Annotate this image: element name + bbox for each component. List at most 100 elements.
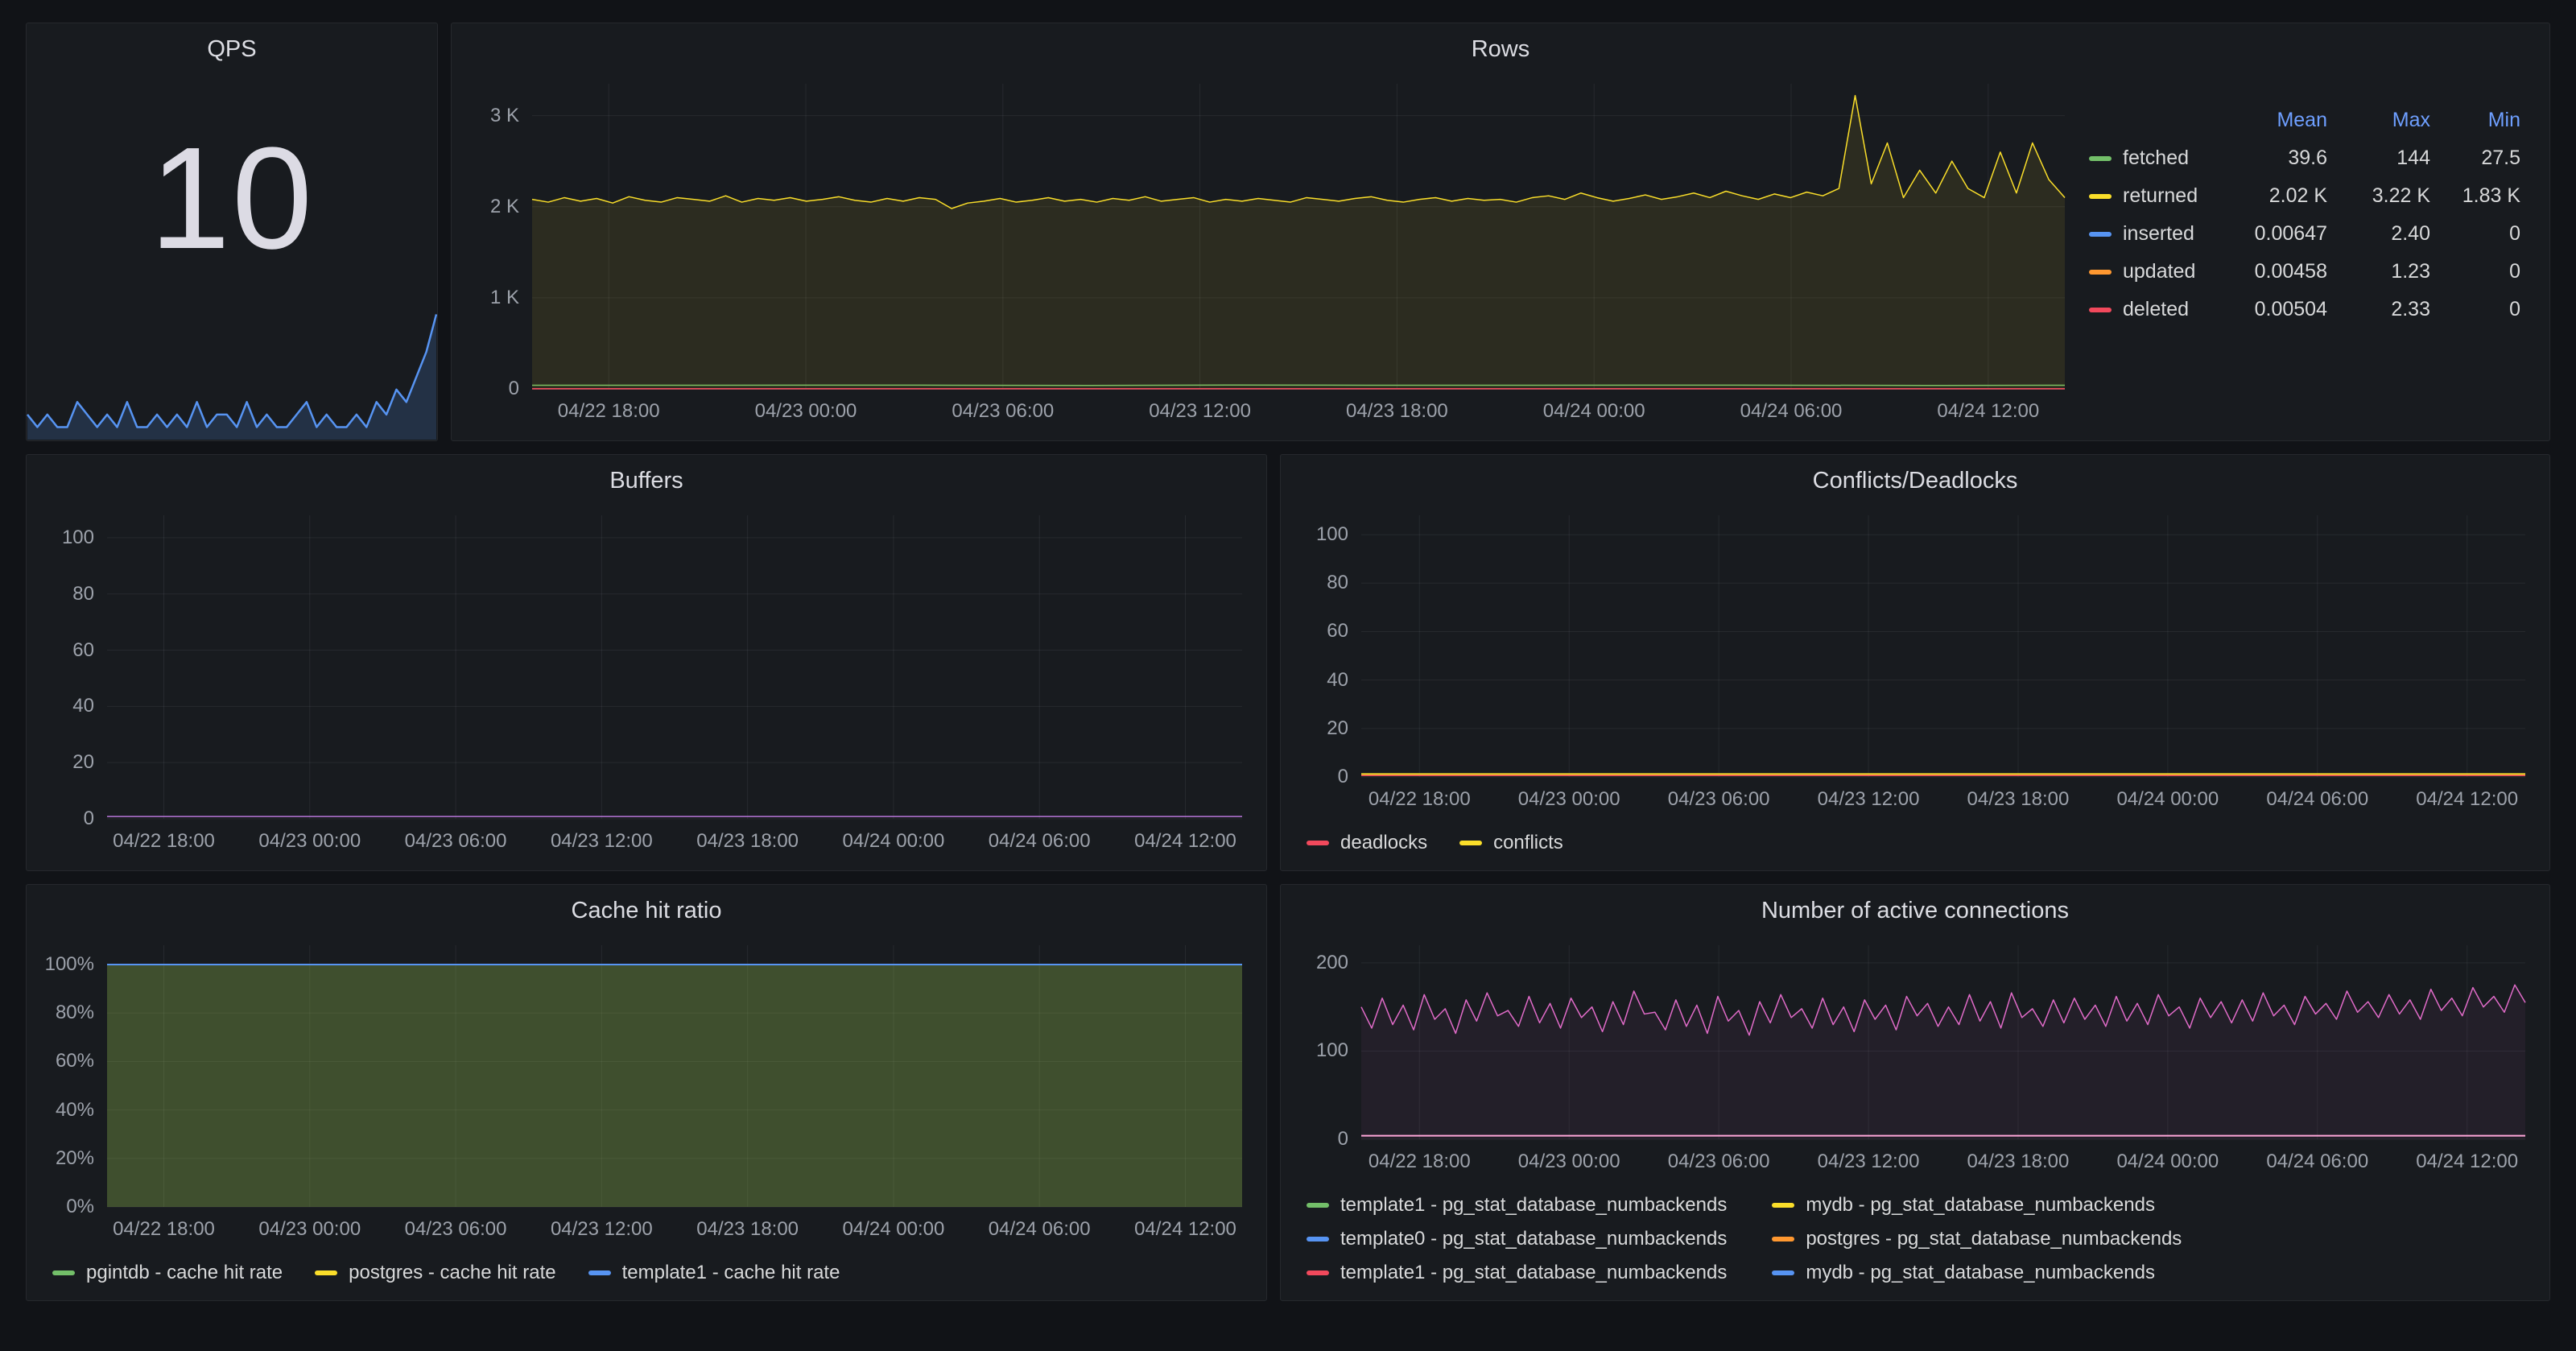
legend-item[interactable]: mydb - pg_stat_database_numbackends — [1772, 1194, 2182, 1217]
legend-label: inserted — [2123, 222, 2194, 246]
y-tick-label: 20 — [72, 751, 94, 774]
stats-header-mean[interactable]: Mean — [2221, 109, 2327, 132]
legend-item[interactable]: inserted — [2089, 222, 2221, 246]
dashboard-row-2: Buffers 02040608010004/22 18:0004/23 00:… — [26, 454, 2550, 871]
qps-stat-value: 10 — [150, 126, 314, 271]
y-tick-label: 40 — [1327, 669, 1348, 692]
panel-rows: Rows 01 K2 K3 K04/22 18:0004/23 00:0004/… — [451, 23, 2550, 441]
series-color-icon — [315, 1270, 337, 1275]
connections-plot-area[interactable]: 010020004/22 18:0004/23 00:0004/23 06:00… — [1361, 945, 2525, 1139]
conflicts-plot-area[interactable]: 02040608010004/22 18:0004/23 00:0004/23 … — [1361, 515, 2525, 777]
stats-value: 2.33 — [2327, 298, 2430, 321]
x-tick-label: 04/23 00:00 — [755, 400, 857, 423]
legend-item[interactable]: mydb - pg_stat_database_numbackends — [1772, 1262, 2182, 1284]
x-tick-label: 04/24 00:00 — [1543, 400, 1645, 423]
legend-item[interactable]: template0 - pg_stat_database_numbackends — [1307, 1228, 1727, 1250]
y-tick-label: 0% — [66, 1196, 94, 1218]
stats-header-max[interactable]: Max — [2327, 109, 2430, 132]
x-tick-label: 04/24 06:00 — [989, 830, 1091, 853]
legend-item[interactable]: fetched — [2089, 147, 2221, 170]
legend-label: mydb - pg_stat_database_numbackends — [1806, 1194, 2155, 1217]
x-tick-label: 04/23 06:00 — [405, 830, 507, 853]
y-tick-label: 3 K — [490, 105, 519, 127]
series-color-icon — [52, 1270, 75, 1275]
x-tick-label: 04/24 12:00 — [1937, 400, 2039, 423]
y-tick-label: 100 — [1316, 1039, 1348, 1062]
legend-item[interactable]: updated — [2089, 260, 2221, 283]
panel-title-cache[interactable]: Cache hit ratio — [27, 885, 1266, 931]
y-tick-label: 20 — [1327, 717, 1348, 740]
buffers-plot-area[interactable]: 02040608010004/22 18:0004/23 00:0004/23 … — [107, 515, 1242, 819]
legend-label: updated — [2123, 260, 2195, 283]
conflicts-legend: deadlocks conflicts — [1281, 828, 2549, 870]
legend-item[interactable]: template1 - pg_stat_database_numbackends — [1307, 1262, 1727, 1284]
panel-title-buffers[interactable]: Buffers — [27, 455, 1266, 501]
stats-value: 2.40 — [2327, 222, 2430, 246]
y-tick-label: 20% — [56, 1147, 94, 1170]
connections-chart[interactable]: 010020004/22 18:0004/23 00:0004/23 06:00… — [1281, 931, 2549, 1191]
legend-item[interactable]: postgres - cache hit rate — [315, 1262, 555, 1284]
panel-title-rows[interactable]: Rows — [452, 23, 2549, 69]
cache-legend: pgintdb - cache hit rate postgres - cache… — [27, 1258, 1266, 1300]
y-tick-label: 0 — [1338, 766, 1348, 788]
legend-item[interactable]: deadlocks — [1307, 832, 1427, 854]
y-tick-label: 100 — [1316, 523, 1348, 546]
stats-row-updated: updated0.004581.230 — [2089, 253, 2520, 291]
panel-title-qps[interactable]: QPS — [27, 23, 437, 69]
y-tick-label: 100 — [62, 527, 94, 549]
y-tick-label: 80 — [72, 583, 94, 605]
stats-header-row: MeanMaxMin — [2089, 101, 2520, 139]
stats-value: 39.6 — [2221, 147, 2327, 170]
stats-row-returned: returned2.02 K3.22 K1.83 K — [2089, 177, 2520, 215]
x-tick-label: 04/23 18:00 — [696, 1218, 799, 1241]
x-tick-label: 04/23 00:00 — [258, 830, 361, 853]
connections-legend: template1 - pg_stat_database_numbackends… — [1281, 1191, 2549, 1300]
x-tick-label: 04/22 18:00 — [558, 400, 660, 423]
y-tick-label: 100% — [45, 953, 94, 976]
stats-header-min[interactable]: Min — [2430, 109, 2520, 132]
series-color-icon — [1459, 841, 1482, 845]
x-tick-label: 04/23 06:00 — [1668, 1151, 1770, 1173]
rows-chart[interactable]: 01 K2 K3 K04/22 18:0004/23 00:0004/23 06… — [452, 69, 2089, 440]
legend-item[interactable]: deleted — [2089, 298, 2221, 321]
y-tick-label: 80% — [56, 1002, 94, 1024]
stats-row-deleted: deleted0.005042.330 — [2089, 291, 2520, 328]
stats-value: 144 — [2327, 147, 2430, 170]
panel-title-connections[interactable]: Number of active connections — [1281, 885, 2549, 931]
legend-label: postgres - cache hit rate — [349, 1262, 555, 1284]
conflicts-chart[interactable]: 02040608010004/22 18:0004/23 00:0004/23 … — [1281, 501, 2549, 828]
x-tick-label: 04/24 06:00 — [2266, 788, 2368, 811]
y-tick-label: 80 — [1327, 572, 1348, 594]
legend-item[interactable]: postgres - pg_stat_database_numbackends — [1772, 1228, 2182, 1250]
y-tick-label: 60% — [56, 1050, 94, 1072]
qps-plot-area[interactable] — [27, 304, 436, 440]
legend-item[interactable]: pgintdb - cache hit rate — [52, 1262, 283, 1284]
cache-hit-ratio-chart[interactable]: 0%20%40%60%80%100%04/22 18:0004/23 00:00… — [27, 931, 1266, 1258]
series-color-icon — [2089, 308, 2112, 312]
series-color-icon — [1772, 1203, 1794, 1208]
stats-value: 0 — [2430, 260, 2520, 283]
x-tick-label: 04/24 00:00 — [2116, 788, 2219, 811]
stats-value: 0.00458 — [2221, 260, 2327, 283]
series-color-icon — [1307, 841, 1329, 845]
legend-item[interactable]: conflicts — [1459, 832, 1563, 854]
stats-value: 27.5 — [2430, 147, 2520, 170]
x-tick-label: 04/23 18:00 — [1967, 788, 2070, 811]
stats-value: 0 — [2430, 222, 2520, 246]
panel-qps: QPS 10 — [26, 23, 438, 441]
stats-value: 0.00504 — [2221, 298, 2327, 321]
legend-item[interactable]: template1 - cache hit rate — [588, 1262, 840, 1284]
panel-title-conflicts[interactable]: Conflicts/Deadlocks — [1281, 455, 2549, 501]
cache-plot-area[interactable]: 0%20%40%60%80%100%04/22 18:0004/23 00:00… — [107, 945, 1242, 1207]
x-tick-label: 04/23 18:00 — [1967, 1151, 2070, 1173]
x-tick-label: 04/23 12:00 — [1818, 788, 1920, 811]
legend-label: deleted — [2123, 298, 2189, 321]
x-tick-label: 04/23 00:00 — [1518, 788, 1620, 811]
legend-item[interactable]: returned — [2089, 184, 2221, 208]
legend-label: conflicts — [1493, 832, 1563, 854]
qps-sparkline-chart[interactable] — [27, 304, 436, 440]
series-color-icon — [2089, 194, 2112, 199]
legend-item[interactable]: template1 - pg_stat_database_numbackends — [1307, 1194, 1727, 1217]
rows-plot-area[interactable]: 01 K2 K3 K04/22 18:0004/23 00:0004/23 06… — [532, 84, 2065, 389]
buffers-chart[interactable]: 02040608010004/22 18:0004/23 00:0004/23 … — [27, 501, 1266, 870]
